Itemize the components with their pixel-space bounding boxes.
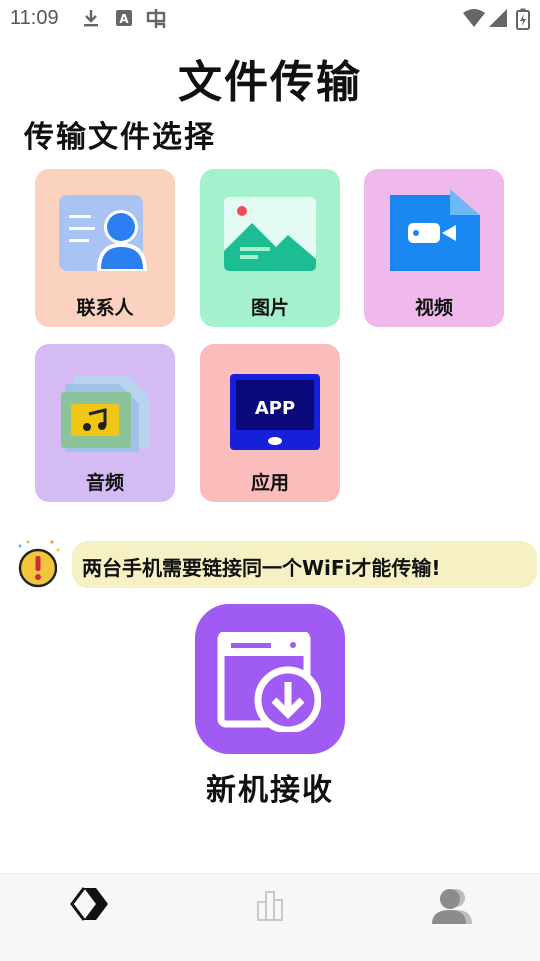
font-a-icon: A: [116, 10, 132, 26]
section-title: 传输文件选择: [24, 120, 216, 155]
nav-transfer[interactable]: [0, 874, 180, 961]
transfer-icon: [70, 887, 108, 921]
video-icon: [390, 189, 480, 271]
svg-text:APP: APP: [255, 398, 295, 419]
nav-user[interactable]: [360, 874, 540, 961]
status-bar: 11:09 A: [0, 0, 540, 36]
wifi-notice-text: 两台手机需要链接同一个WiFi才能传输!: [82, 556, 441, 580]
chart-icon: [257, 891, 283, 921]
nav-chart[interactable]: [180, 874, 360, 961]
wifi-icon: [463, 9, 485, 27]
receive-label[interactable]: 新机接收: [0, 765, 540, 809]
status-time: 11:09: [10, 7, 59, 29]
download-icon: [84, 10, 98, 27]
tile-contacts[interactable]: 联系人: [35, 169, 175, 327]
download-box-icon: [217, 632, 321, 732]
tile-image[interactable]: 图片: [200, 169, 340, 327]
battery-charging-icon: [516, 8, 530, 30]
receive-button[interactable]: [195, 604, 345, 754]
bottom-nav: [0, 873, 540, 961]
image-icon: [224, 197, 316, 271]
wifi-notice: 两台手机需要链接同一个WiFi才能传输!: [72, 541, 537, 588]
bug-icon: [146, 9, 166, 28]
tile-label-audio: 音频: [85, 472, 124, 494]
user-icon: [432, 889, 472, 924]
warning-icon: [18, 540, 60, 588]
tile-video[interactable]: 视频: [364, 169, 504, 327]
tile-label-contacts: 联系人: [76, 297, 134, 319]
tile-app[interactable]: APP 应用: [200, 344, 340, 502]
signal-icon: [489, 9, 507, 27]
audio-icon: [61, 376, 149, 452]
tile-audio[interactable]: 音频: [35, 344, 175, 502]
tile-label-image: 图片: [250, 297, 289, 319]
tile-label-video: 视频: [414, 297, 453, 319]
tile-label-app: 应用: [250, 472, 289, 494]
contacts-icon: [59, 195, 147, 271]
svg-text:A: A: [119, 12, 129, 26]
page-title: 文件传输: [178, 57, 362, 108]
app-icon: APP: [230, 374, 320, 450]
